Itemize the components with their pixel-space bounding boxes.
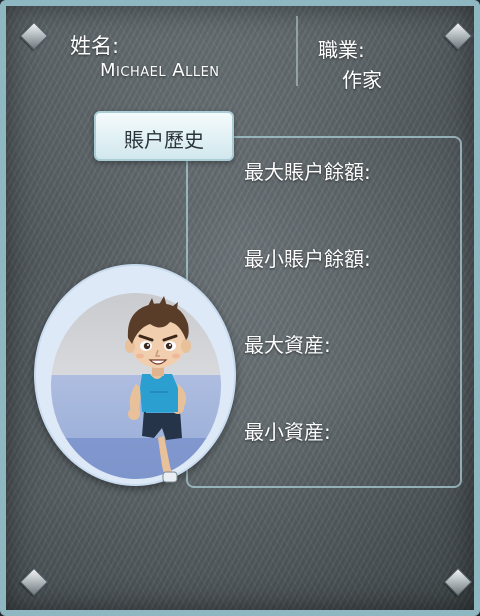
- corner-stud-icon: [443, 21, 473, 51]
- account-history-tab-label: 賬户歷史: [124, 128, 204, 152]
- corner-stud-icon: [19, 21, 49, 51]
- job-label: 職業:: [318, 38, 365, 62]
- name-label: 姓名:: [70, 34, 120, 58]
- header-divider: [296, 16, 298, 86]
- account-history-tab[interactable]: 賬户歷史: [94, 111, 234, 161]
- runner-avatar-icon: [125, 296, 191, 483]
- stat-min-balance-label: 最小賬户餘額:: [244, 247, 371, 271]
- name-value: Michael Allen: [100, 60, 220, 81]
- corner-stud-icon: [443, 567, 473, 597]
- corner-stud-icon: [19, 567, 49, 597]
- stat-max-assets-label: 最大資産:: [244, 333, 331, 357]
- stat-min-assets-label: 最小資産:: [244, 420, 331, 444]
- job-value: 作家: [342, 68, 382, 92]
- profile-panel: 姓名: Michael Allen 職業: 作家 賬户歷史 最大賬户餘額: 最小…: [0, 0, 480, 616]
- stat-max-balance-label: 最大賬户餘額:: [244, 160, 371, 184]
